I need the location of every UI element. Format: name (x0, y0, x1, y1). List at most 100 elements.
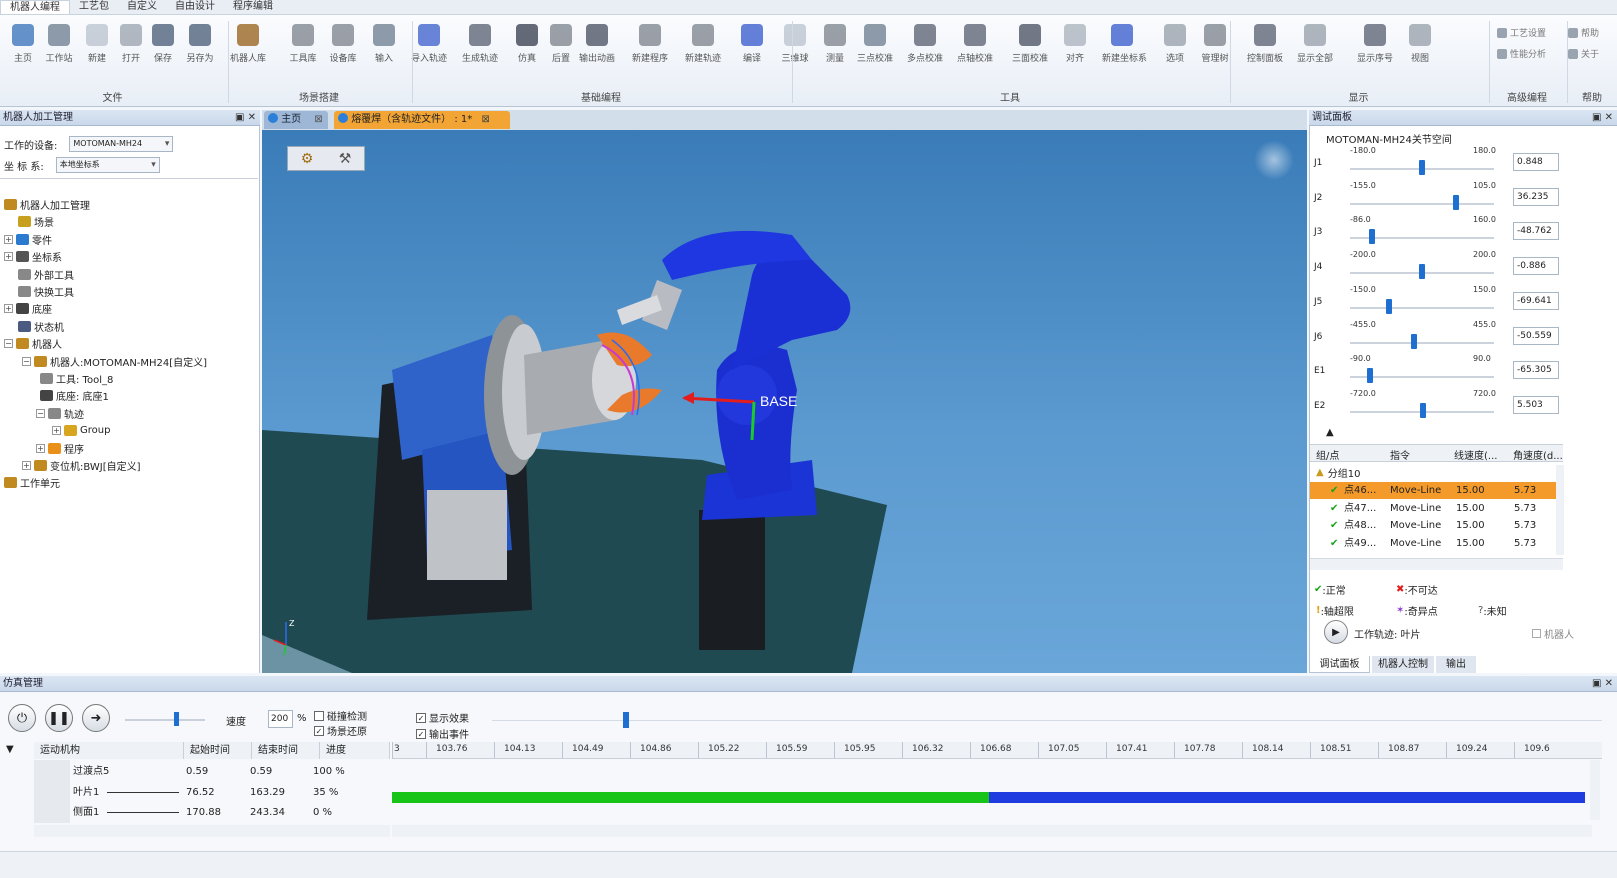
power-button[interactable]: ⏻ (8, 704, 36, 732)
ribbon-small-button[interactable]: 帮助 (1568, 26, 1599, 39)
tree-node[interactable]: 工作单元 (4, 474, 60, 491)
menu-tab[interactable]: 机器人编程 (0, 0, 70, 14)
view-cube-icon[interactable] (1254, 140, 1294, 180)
expand-icon[interactable]: + (22, 461, 31, 470)
tree-node[interactable]: 场景 (18, 213, 54, 230)
joint-slider-thumb[interactable] (1366, 368, 1373, 384)
grid-hscrollbar[interactable] (1310, 558, 1563, 570)
tab-debug-panel[interactable]: 调试面板 (1309, 656, 1370, 673)
tree-node[interactable]: 快换工具 (18, 283, 74, 300)
ribbon-button-30[interactable]: 显示序号 (1355, 20, 1395, 75)
ribbon-button-23[interactable]: 三面校准 (1010, 20, 1050, 75)
sim-row[interactable]: 侧面1 170.88 243.34 0 % (0, 803, 392, 822)
speed-slider-thumb[interactable] (174, 712, 179, 726)
scene-restore-check[interactable]: ✓ 场景还原 (314, 723, 367, 738)
robot-icon[interactable]: ⚙ (301, 151, 314, 167)
joint-slider-thumb[interactable] (1419, 402, 1426, 418)
joint-value-input[interactable]: -69.641 (1513, 291, 1559, 310)
pause-button[interactable]: ❚❚ (45, 704, 73, 732)
ribbon-button-8[interactable]: 设备库 (323, 20, 363, 75)
ribbon-button-27[interactable]: 管理树 (1195, 20, 1235, 75)
pin-close-icon[interactable]: ▣ ✕ (1592, 676, 1613, 692)
ribbon-button-24[interactable]: 对齐 (1055, 20, 1095, 75)
joint-slider-thumb[interactable] (1368, 229, 1375, 245)
ribbon-button-9[interactable]: 输入 (364, 20, 404, 75)
point-row[interactable]: ✔ 点47... Move-Line 15.00 5.73 (1310, 500, 1563, 517)
ribbon-button-17[interactable]: 编译 (732, 20, 772, 75)
sim-row[interactable]: 叶片1 76.52 163.29 35 % (0, 783, 392, 802)
ribbon-button-26[interactable]: 选项 (1155, 20, 1195, 75)
expand-icon[interactable]: + (4, 252, 13, 262)
ribbon-button-21[interactable]: 多点校准 (905, 20, 945, 75)
ribbon-button-6[interactable]: 机器人库 (228, 20, 268, 75)
tab-document[interactable]: 熔覆焊（含轨迹文件） : 1* ⊠ (334, 111, 510, 129)
tree-node[interactable]: + Group (52, 422, 110, 439)
speed-input[interactable]: 200 (268, 710, 293, 728)
tree-node[interactable]: + 程序 (36, 440, 84, 457)
collision-check[interactable]: 碰撞检测 (314, 708, 367, 723)
robot-checkbox[interactable]: 机器人 (1532, 626, 1574, 641)
tree-node[interactable]: 工具: Tool_8 (40, 370, 113, 387)
ribbon-button-20[interactable]: 三点校准 (855, 20, 895, 75)
3d-viewport[interactable]: BASE Z ⚙ ⚒ (262, 130, 1307, 673)
step-button[interactable]: ➜ (82, 704, 110, 732)
tree-node[interactable]: 状态机 (18, 318, 64, 335)
menu-tab[interactable]: 程序编辑 (224, 0, 282, 14)
menu-tab[interactable]: 工艺包 (70, 0, 118, 14)
pin-close-icon[interactable]: ▣ ✕ (1592, 110, 1613, 126)
ribbon-button-29[interactable]: 显示全部 (1295, 20, 1335, 75)
ribbon-button-4[interactable]: 保存 (143, 20, 183, 75)
tab-robot-control[interactable]: 机器人控制 (1372, 656, 1434, 673)
point-row[interactable]: ✔ 点49... Move-Line 15.00 5.73 (1310, 535, 1563, 552)
ribbon-button-19[interactable]: 测量 (815, 20, 855, 75)
joint-slider-track[interactable] (1350, 202, 1494, 205)
joint-value-input[interactable]: 36.235 (1513, 187, 1559, 206)
timeline-slider-track[interactable] (492, 720, 1602, 721)
ribbon-small-button[interactable]: 关于 (1568, 47, 1599, 60)
expand-icon[interactable]: + (4, 234, 13, 244)
joint-slider-thumb[interactable] (1452, 194, 1459, 210)
tree-node[interactable]: − 轨迹 (36, 405, 84, 422)
point-row[interactable]: ✔ 点46... Move-Line 15.00 5.73 (1310, 482, 1563, 499)
expand-icon[interactable]: + (36, 443, 45, 453)
ribbon-button-22[interactable]: 点轴校准 (955, 20, 995, 75)
ribbon-button-31[interactable]: 视图 (1400, 20, 1440, 75)
point-row[interactable]: ✔ 点48... Move-Line 15.00 5.73 (1310, 517, 1563, 534)
tree-node[interactable]: 底座: 底座1 (40, 387, 109, 404)
sim-row[interactable]: 过渡点5 0.59 0.59 100 % (0, 762, 392, 781)
tree-node[interactable]: − 机器人 (4, 335, 62, 352)
expand-icon[interactable]: + (4, 304, 13, 314)
joint-value-input[interactable]: -48.762 (1513, 222, 1559, 241)
tab-home[interactable]: 主页 ⊠ (264, 111, 328, 129)
play-button[interactable]: ▶ (1324, 620, 1348, 644)
joint-value-input[interactable]: 5.503 (1513, 395, 1559, 414)
tree-node[interactable]: 外部工具 (18, 266, 74, 283)
joint-value-input[interactable]: -65.305 (1513, 361, 1559, 380)
collapse-arrow-icon[interactable]: ▲ (1326, 427, 1334, 438)
ribbon-button-18[interactable]: 三维球 (775, 20, 815, 75)
ribbon-small-button[interactable]: 工艺设置 (1497, 26, 1546, 39)
collapse-icon[interactable]: − (4, 339, 13, 349)
collapse-icon[interactable]: − (22, 356, 31, 366)
tree-node[interactable]: − 机器人:MOTOMAN-MH24[自定义] (22, 353, 207, 370)
ribbon-button-14[interactable]: 输出动画 (577, 20, 617, 75)
tree-node[interactable]: + 底座 (4, 300, 52, 317)
timeline-hscrollbar[interactable] (392, 825, 1592, 837)
joint-slider-track[interactable] (1350, 306, 1494, 309)
joint-slider-thumb[interactable] (1385, 298, 1392, 314)
device-select[interactable]: MOTOMAN-MH24 (69, 136, 174, 152)
joint-slider-track[interactable] (1350, 341, 1494, 344)
tree-node[interactable]: + 零件 (4, 231, 52, 248)
ribbon-button-1[interactable]: 工作站 (39, 20, 79, 75)
timeline-slider-thumb[interactable] (623, 712, 629, 728)
table-hscrollbar[interactable] (34, 825, 390, 837)
close-icon[interactable]: ⊠ (481, 114, 489, 125)
ribbon-button-25[interactable]: 新建坐标系 (1102, 20, 1147, 75)
ribbon-button-7[interactable]: 工具库 (283, 20, 323, 75)
tree-node[interactable]: 机器人加工管理 (4, 196, 90, 213)
ribbon-button-13[interactable]: 后置 (541, 20, 581, 75)
close-icon[interactable]: ⊠ (314, 114, 322, 125)
joint-slider-thumb[interactable] (1410, 333, 1417, 349)
joint-value-input[interactable]: -0.886 (1513, 257, 1559, 276)
ribbon-button-28[interactable]: 控制面板 (1245, 20, 1285, 75)
